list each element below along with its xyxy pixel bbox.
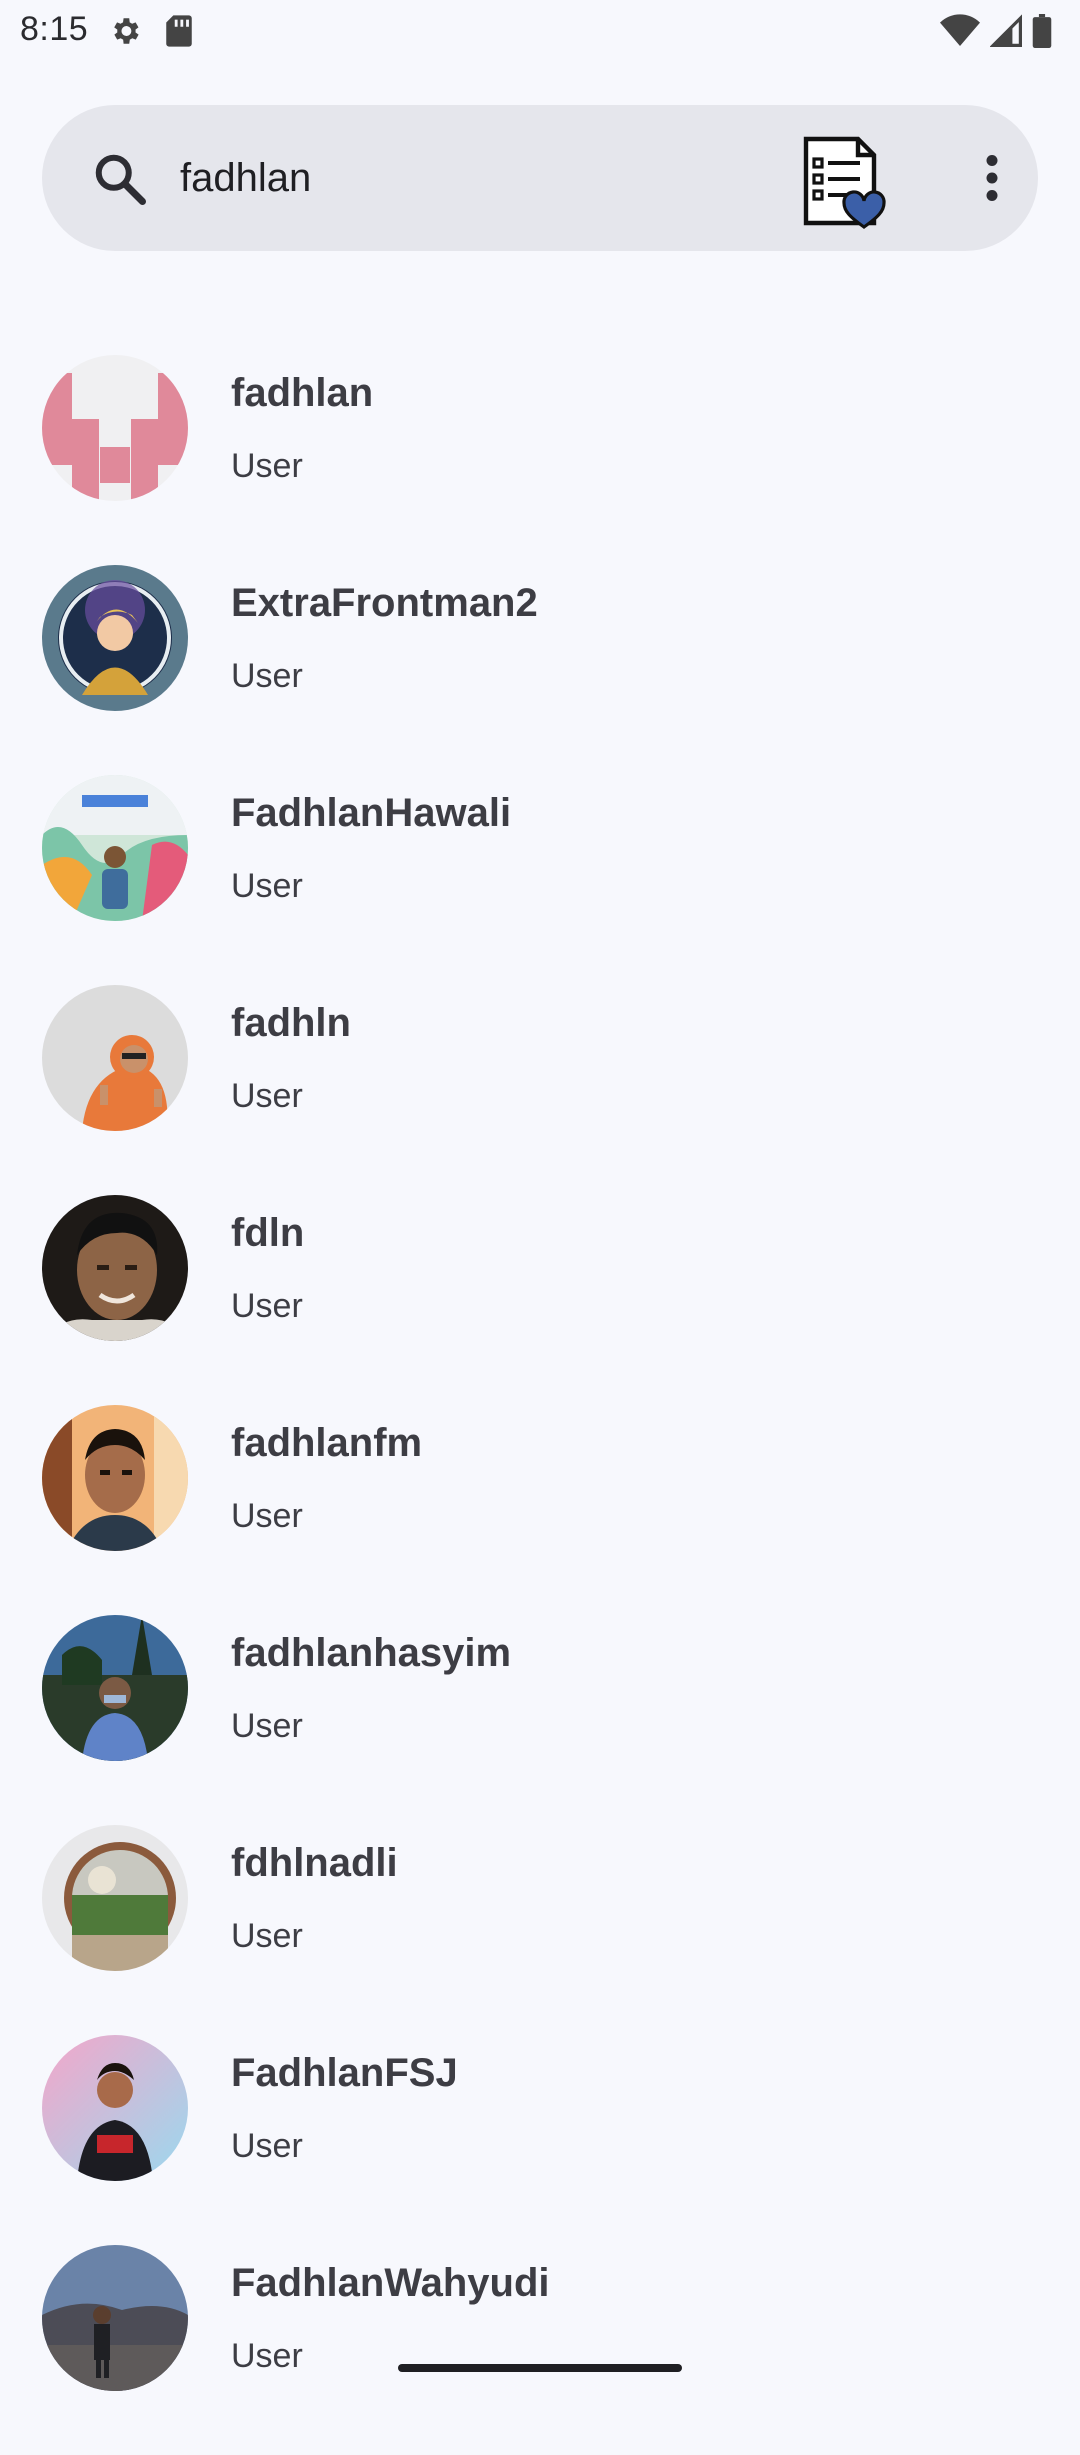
- user-role: User: [231, 2127, 303, 2165]
- list-item[interactable]: fadhlanfm User: [0, 1405, 1080, 1615]
- user-role: User: [231, 1707, 303, 1745]
- user-name: fdln: [231, 1211, 305, 1255]
- avatar: [42, 2245, 188, 2391]
- search-input[interactable]: [180, 148, 780, 208]
- avatar: [42, 985, 188, 1131]
- list-item[interactable]: FadhlanWahyudi User: [0, 2245, 1080, 2455]
- navigation-handle[interactable]: [398, 2364, 682, 2372]
- user-name: FadhlanFSJ: [231, 2051, 458, 2095]
- settings-icon: [114, 18, 139, 44]
- list-item[interactable]: fdhlnadli User: [0, 1825, 1080, 2035]
- avatar: [42, 1195, 188, 1341]
- user-name: fdhlnadli: [231, 1841, 398, 1885]
- user-name: fadhlanhasyim: [231, 1631, 512, 1675]
- user-role: User: [231, 1077, 303, 1115]
- status-time: 8:15: [20, 10, 89, 48]
- list-item[interactable]: ExtraFrontman2 User: [0, 565, 1080, 775]
- user-role: User: [231, 657, 303, 695]
- user-name: fadhlanfm: [231, 1421, 423, 1465]
- user-name: fadhln: [231, 1001, 351, 1045]
- user-results-list: fadhlan User ExtraFrontman2 User Fadhlan…: [0, 355, 1080, 2455]
- avatar: [42, 1615, 188, 1761]
- user-role: User: [231, 1917, 303, 1955]
- avatar: [42, 1825, 188, 1971]
- list-item[interactable]: fdln User: [0, 1195, 1080, 1405]
- user-role: User: [231, 2337, 303, 2375]
- cell-signal-icon: [990, 14, 1022, 47]
- avatar: [42, 775, 188, 921]
- user-role: User: [231, 1287, 303, 1325]
- user-name: fadhlan: [231, 371, 374, 415]
- list-item[interactable]: FadhlanFSJ User: [0, 2035, 1080, 2245]
- search-icon[interactable]: [90, 149, 150, 209]
- list-item[interactable]: FadhlanHawali User: [0, 775, 1080, 985]
- user-role: User: [231, 867, 303, 905]
- battery-icon: [1032, 14, 1052, 48]
- more-vert-icon[interactable]: [962, 148, 1022, 208]
- list-item[interactable]: fadhln User: [0, 985, 1080, 1195]
- status-bar: 8:15: [0, 0, 1080, 62]
- user-name: FadhlanHawali: [231, 791, 512, 835]
- user-name: FadhlanWahyudi: [231, 2261, 550, 2305]
- list-item[interactable]: fadhlan User: [0, 355, 1080, 565]
- wifi-icon: [940, 14, 980, 46]
- list-item[interactable]: fadhlanhasyim User: [0, 1615, 1080, 1825]
- avatar: [42, 2035, 188, 2181]
- search-bar: [42, 105, 1038, 251]
- user-role: User: [231, 447, 303, 485]
- user-name: ExtraFrontman2: [231, 581, 538, 625]
- avatar: [42, 355, 188, 501]
- avatar: [42, 1405, 188, 1551]
- user-role: User: [231, 1497, 303, 1535]
- avatar: [42, 565, 188, 711]
- sd-card-icon: [166, 15, 192, 47]
- favorite-list-icon[interactable]: [792, 133, 892, 233]
